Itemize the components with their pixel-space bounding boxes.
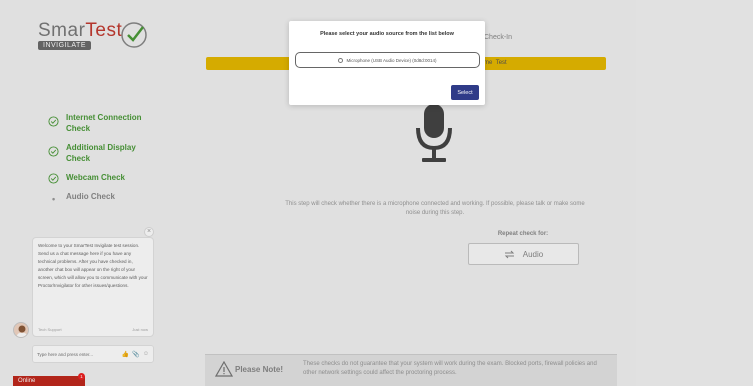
audio-source-dialog: Please select your audio source from the…	[289, 21, 485, 105]
audio-source-option[interactable]: Microphone (USB Audio Device) (0d8d:0014…	[295, 52, 480, 68]
dialog-title: Please select your audio source from the…	[320, 31, 454, 37]
radio-icon[interactable]	[338, 57, 344, 63]
audio-source-label: Microphone (USB Audio Device) (0d8d:0014…	[346, 57, 437, 63]
select-button[interactable]: Select	[451, 85, 479, 100]
